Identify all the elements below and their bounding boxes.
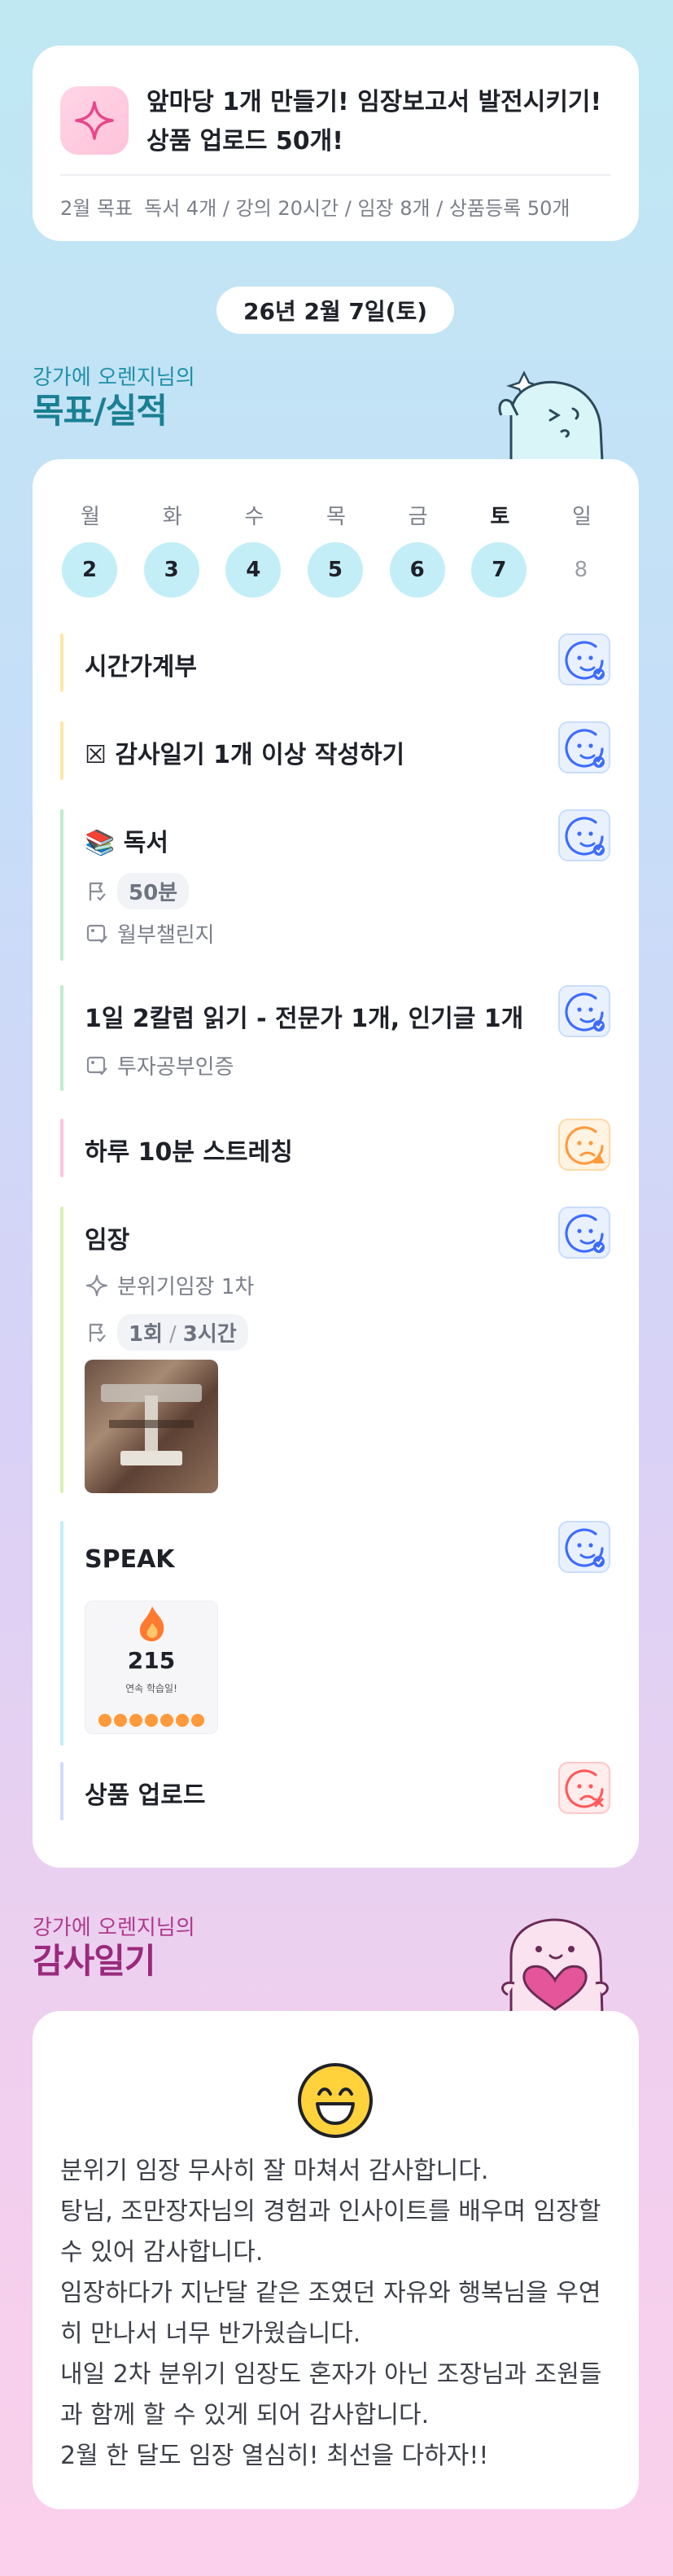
challenge-row: 투자공부인증 [85,1050,234,1080]
sparkle-outline-icon [85,1273,109,1298]
grinning-face-icon [298,2063,373,2138]
task-color-bar [60,809,63,961]
task-title: 1일 2칼럼 읽기 - 전문가 1개, 인기글 1개 [85,1005,524,1033]
goal-target-chip: 50분 [117,873,190,909]
sparkle-icon [60,86,129,155]
task-color-bar [60,633,63,692]
day-number: 6 [389,542,445,598]
task-item[interactable]: 임장 분위기임장 1차 1회/3시간 [60,1207,610,1493]
smile-check-icon[interactable] [558,809,610,861]
task-color-bar [60,1762,63,1820]
flag-icon [85,1321,109,1345]
smile-check-icon[interactable] [558,1521,610,1573]
goal-summary-label: 2월 목표 [60,197,133,220]
face-warning-icon[interactable] [558,1119,610,1171]
day-number: 3 [143,542,199,598]
calendar-day[interactable]: 토7 [471,500,528,598]
day-number: 8 [574,558,588,582]
task-title: 📚 독서 [85,829,168,857]
task-title: ☒ 감사일기 1개 이상 작성하기 [85,741,405,769]
section-title: 감사일기 [33,1941,156,1981]
certification-screenshot[interactable]: 215 연속 학습일! [85,1601,218,1734]
task-item[interactable]: SPEAK 215 연속 학습일! [60,1521,610,1746]
mission-row: 분위기임장 1차 [85,1270,254,1300]
streak-count: 215 [127,1647,176,1674]
monthly-goal-card[interactable]: 앞마당 1개 만들기! 임장보고서 발전시키기! 상품 업로드 50개! 2월 … [33,46,639,241]
smile-check-icon[interactable] [558,633,610,686]
day-number: 2 [62,542,117,598]
streak-label: 연속 학습일! [125,1683,177,1694]
section-title: 목표/실적 [33,391,168,431]
task-color-bar [60,1119,63,1177]
goal-summary: 2월 목표 독서 4개 / 강의 20시간 / 임장 8개 / 상품등록 50개 [60,192,614,221]
flag-icon [85,879,109,904]
day-number: 4 [225,542,282,598]
section-subtitle: 강가에 오렌지님의 [33,366,195,390]
task-item[interactable]: 상품 업로드 [60,1762,610,1820]
goals-performance-card: 월2화3수4목5금6토7일8 시간가계부 ☒ 감사일기 1개 이상 작성하기 📚… [33,459,639,1868]
calendar-day[interactable]: 금6 [389,500,447,598]
task-color-bar [60,985,63,1091]
task-title: 시간가계부 [85,653,197,681]
streak-dots [98,1714,204,1727]
performance-section-heading: 강가에 오렌지님의 목표/실적 [33,365,195,432]
divider [60,174,611,176]
weekday-label: 금 [408,505,428,529]
task-color-bar [60,1207,63,1493]
goal-target-chip: 1회/3시간 [117,1314,248,1351]
task-item[interactable]: ☒ 감사일기 1개 이상 작성하기 [60,721,610,780]
goal-hours: 3시간 [182,1322,237,1347]
week-calendar: 월2화3수4목5금6토7일8 [62,500,610,598]
task-title: 하루 10분 스트레칭 [85,1138,293,1167]
task-item[interactable]: 📚 독서 50분 월부챌린지 [60,809,610,961]
task-item[interactable]: 하루 10분 스트레칭 [60,1119,610,1177]
weekday-label: 목 [326,505,346,529]
certification-photo[interactable] [85,1360,218,1493]
task-title: SPEAK [85,1545,175,1574]
challenge-name: 월부챌린지 [117,923,215,948]
task-item[interactable]: 1일 2칼럼 읽기 - 전문가 1개, 인기글 1개 투자공부인증 [60,985,610,1091]
goal-summary-items: 독서 4개 / 강의 20시간 / 임장 8개 / 상품등록 50개 [144,197,570,220]
task-title: 임장 [85,1226,130,1255]
date-pill[interactable]: 26년 2월 7일(토) [216,287,454,334]
calendar-day[interactable]: 월2 [62,500,119,598]
task-color-bar [60,721,63,780]
calendar-day[interactable]: 화3 [143,500,201,598]
weekday-label: 월 [81,505,100,529]
heart-character-illustration [487,1908,617,2017]
image-check-icon [85,1054,109,1078]
face-x-icon[interactable] [558,1762,610,1814]
goal-count: 1회 [129,1322,164,1347]
gratitude-journal-card[interactable]: 분위기 임장 무사히 잘 마쳐서 감사합니다. 탕님, 조만장자님의 경험과 인… [33,2011,639,2509]
smile-check-icon[interactable] [558,985,610,1037]
smile-check-icon[interactable] [558,721,610,773]
gratitude-section-heading: 강가에 오렌지님의 감사일기 [33,1915,195,1982]
task-title: 상품 업로드 [85,1781,206,1810]
task-item[interactable]: 시간가계부 [60,633,610,692]
weekday-label: 토 [490,505,510,529]
calendar-day[interactable]: 수4 [225,500,282,598]
calendar-day[interactable]: 일8 [553,500,610,598]
day-number: 5 [307,542,363,598]
challenge-row: 월부챌린지 [85,918,215,948]
weekday-label: 화 [162,505,182,529]
weekday-label: 수 [244,505,264,529]
section-subtitle: 강가에 오렌지님의 [33,1916,195,1940]
day-number: 7 [471,542,527,598]
flame-icon [138,1605,167,1645]
mission-name: 분위기임장 1차 [117,1275,255,1299]
task-color-bar [60,1521,63,1746]
image-check-icon [85,922,109,946]
weekday-label: 일 [571,505,592,529]
challenge-name: 투자공부인증 [117,1055,234,1080]
smile-check-icon[interactable] [558,1207,610,1259]
gratitude-text: 분위기 임장 무사히 잘 마쳐서 감사합니다. 탕님, 조만장자님의 경험과 인… [60,2157,602,2470]
goal-target-row: 50분 [85,873,190,909]
goal-title: 앞마당 1개 만들기! 임장보고서 발전시키기! 상품 업로드 50개! [146,88,602,156]
ghost-character-illustration [487,358,609,464]
goal-target-row: 1회/3시간 [85,1314,248,1351]
calendar-day[interactable]: 목5 [307,500,365,598]
